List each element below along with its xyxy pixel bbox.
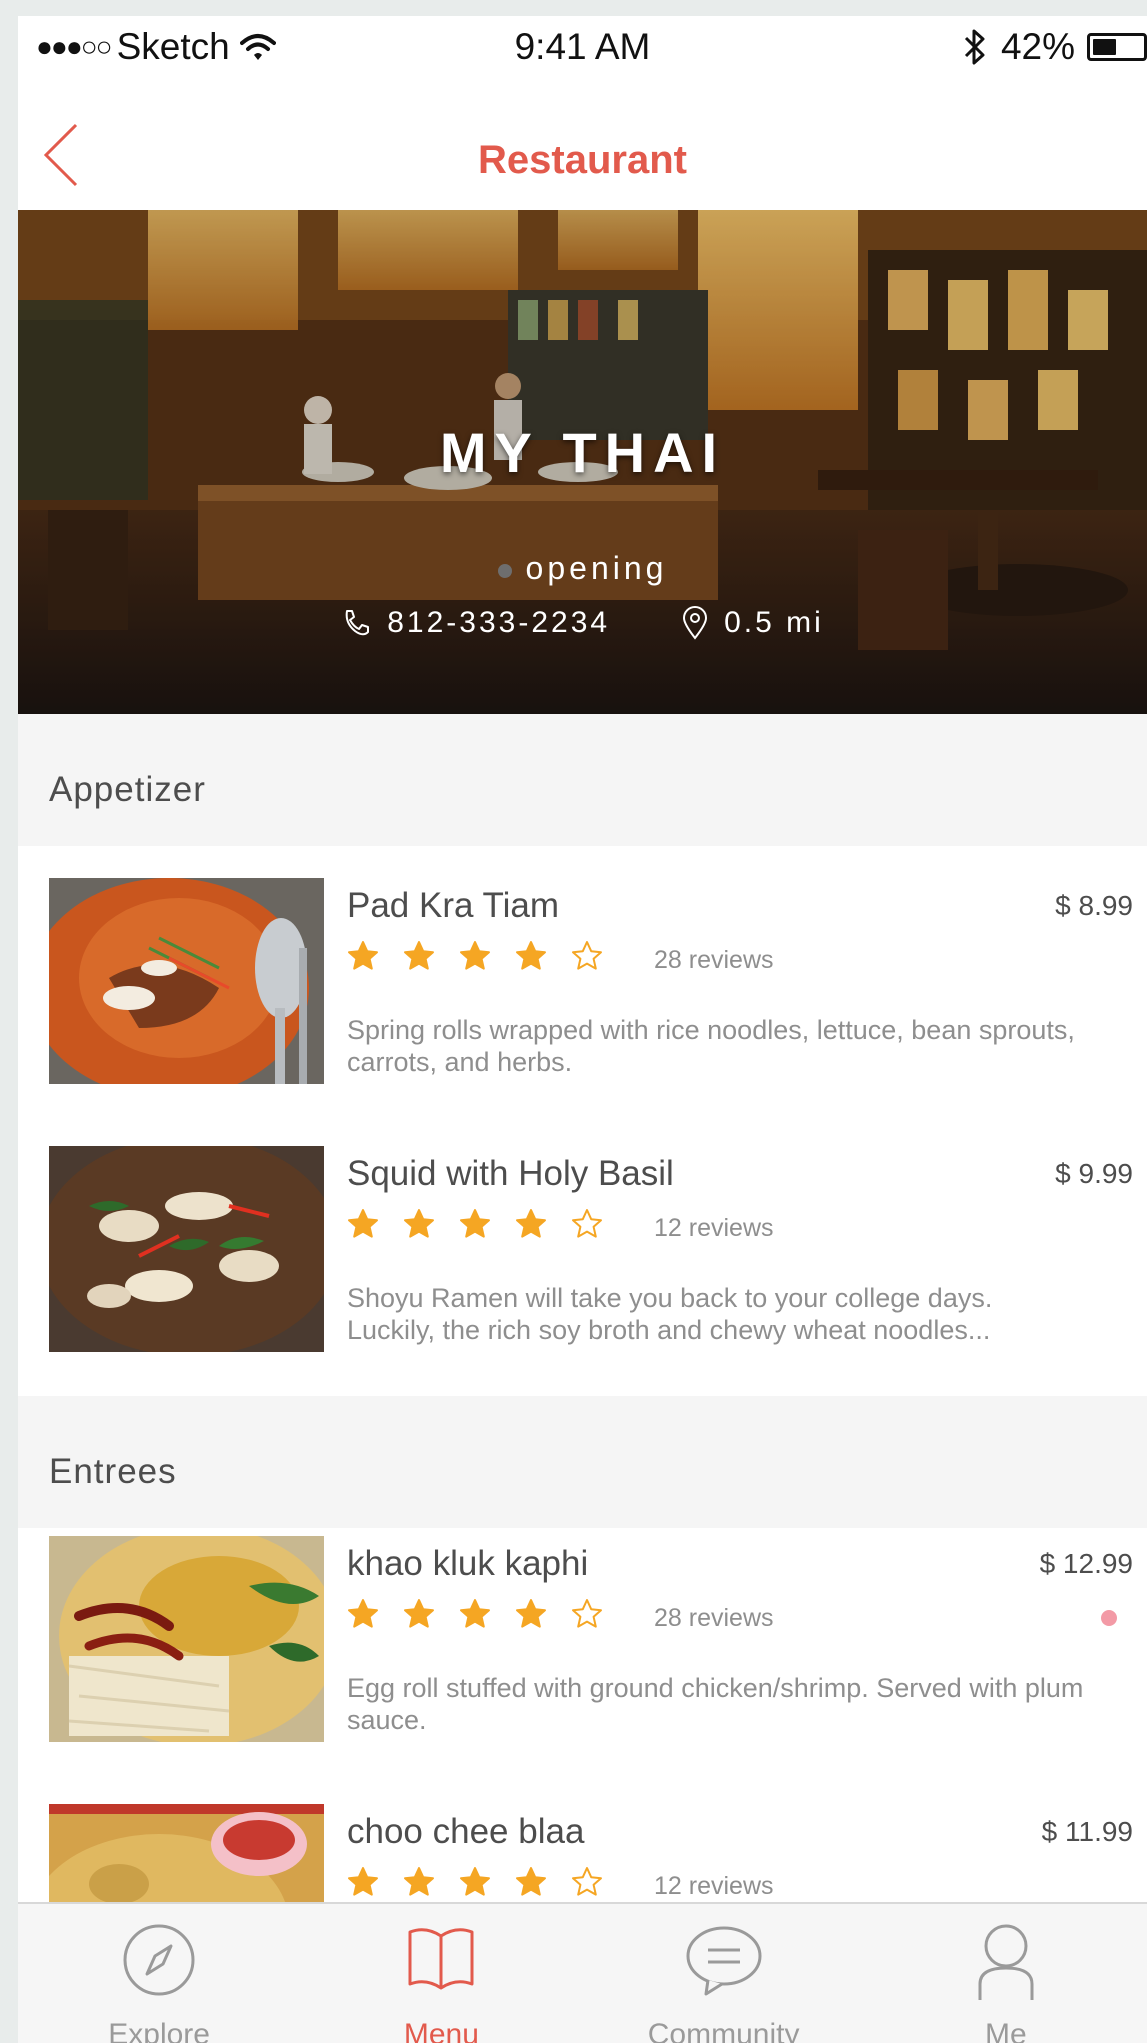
dish-price: $ 8.99 bbox=[1055, 890, 1133, 921]
star-filled-icon bbox=[404, 1599, 434, 1628]
phone-link[interactable]: 812-333-2234 bbox=[341, 606, 610, 640]
dish-photo bbox=[49, 878, 324, 1084]
review-count[interactable]: 28 reviews bbox=[654, 1604, 774, 1633]
compass-icon bbox=[123, 1924, 195, 1996]
star-empty-icon bbox=[572, 1209, 602, 1238]
dish-price: $ 12.99 bbox=[1039, 1548, 1133, 1579]
decorative-dot bbox=[1101, 1610, 1117, 1626]
star-filled-icon bbox=[348, 1209, 378, 1238]
status-right: 42% bbox=[963, 26, 1147, 68]
star-filled-icon bbox=[516, 1867, 546, 1896]
person-icon bbox=[978, 1924, 1034, 2000]
star-filled-icon bbox=[516, 941, 546, 970]
dish-name: khao kluk kaphi bbox=[347, 1544, 589, 1583]
section-header-appetizer: Appetizer bbox=[18, 714, 1147, 846]
review-count[interactable]: 28 reviews bbox=[654, 946, 774, 975]
star-empty-icon bbox=[572, 1599, 602, 1628]
tab-label: Explore bbox=[108, 2018, 210, 2043]
opening-status: opening bbox=[18, 550, 1147, 587]
bluetooth-icon bbox=[964, 29, 985, 65]
tab-label: Community bbox=[647, 2018, 800, 2043]
distance-value: 0.5 mi bbox=[724, 606, 824, 639]
restaurant-meta: 812-333-2234 0.5 mi bbox=[18, 606, 1147, 640]
menu-item[interactable]: khao kluk kaphi $ 12.99 28 reviews Egg r… bbox=[18, 1536, 1147, 1804]
star-empty-icon bbox=[572, 941, 602, 970]
dish-photo bbox=[49, 1536, 324, 1742]
star-filled-icon bbox=[404, 1867, 434, 1896]
star-filled-icon bbox=[348, 1599, 378, 1628]
star-filled-icon bbox=[348, 941, 378, 970]
menu-item[interactable]: Squid with Holy Basil $ 9.99 12 reviews … bbox=[18, 1146, 1147, 1414]
star-filled-icon bbox=[460, 941, 490, 970]
dish-description: Egg roll stuffed with ground chicken/shr… bbox=[347, 1673, 1084, 1735]
star-rating[interactable] bbox=[347, 1866, 627, 1898]
location-pin-icon bbox=[683, 606, 708, 640]
distance-link[interactable]: 0.5 mi bbox=[682, 606, 824, 640]
star-rating[interactable] bbox=[347, 940, 627, 972]
dish-description: Shoyu Ramen will take you back to your c… bbox=[347, 1283, 993, 1345]
battery-level bbox=[1093, 39, 1116, 55]
dish-name: Pad Kra Tiam bbox=[347, 886, 560, 925]
star-filled-icon bbox=[460, 1209, 490, 1238]
phone-screen: ●●●○○ Sketch 9:41 AM 42% Restaurant MY T… bbox=[18, 16, 1147, 2043]
section-title: Appetizer bbox=[49, 770, 206, 809]
dish-photo bbox=[49, 1146, 324, 1352]
review-count[interactable]: 12 reviews bbox=[654, 1214, 774, 1243]
tab-label: Me bbox=[985, 2018, 1027, 2043]
tab-explore[interactable]: Explore bbox=[18, 1904, 300, 2043]
tab-me[interactable]: Me bbox=[865, 1904, 1147, 2043]
restaurant-hero: MY THAI opening 812-333-2234 0.5 mi bbox=[18, 210, 1147, 714]
tab-label: Menu bbox=[403, 2018, 479, 2043]
tab-bar: Explore Menu Community Me bbox=[18, 1902, 1147, 2043]
restaurant-name: MY THAI bbox=[439, 421, 726, 484]
star-filled-icon bbox=[460, 1867, 490, 1896]
dish-name: Squid with Holy Basil bbox=[347, 1154, 674, 1193]
section-title: Entrees bbox=[49, 1452, 177, 1491]
phone-icon bbox=[345, 610, 370, 636]
page-title: Restaurant bbox=[478, 138, 687, 182]
star-filled-icon bbox=[516, 1209, 546, 1238]
status-bar: ●●●○○ Sketch 9:41 AM 42% bbox=[18, 16, 1147, 78]
navigation-bar: Restaurant bbox=[18, 78, 1147, 206]
opening-status-text: opening bbox=[525, 550, 668, 586]
dish-name: choo chee blaa bbox=[347, 1812, 585, 1851]
dish-description: Spring rolls wrapped with rice noodles, … bbox=[347, 1015, 1075, 1077]
dish-price: $ 11.99 bbox=[1041, 1816, 1133, 1847]
star-filled-icon bbox=[348, 1867, 378, 1896]
star-filled-icon bbox=[404, 1209, 434, 1238]
star-rating[interactable] bbox=[347, 1598, 627, 1630]
phone-number: 812-333-2234 bbox=[387, 606, 611, 639]
battery-icon bbox=[1087, 33, 1147, 61]
book-icon bbox=[408, 1928, 474, 1990]
chat-bubble-icon bbox=[686, 1926, 762, 1996]
dish-price: $ 9.99 bbox=[1055, 1158, 1133, 1189]
star-filled-icon bbox=[516, 1599, 546, 1628]
tab-community[interactable]: Community bbox=[583, 1904, 865, 2043]
tab-menu[interactable]: Menu bbox=[300, 1904, 582, 2043]
battery-percent: 42% bbox=[1000, 26, 1075, 67]
review-count[interactable]: 12 reviews bbox=[654, 1872, 774, 1901]
section-header-entrees: Entrees bbox=[18, 1396, 1147, 1528]
status-dot-icon bbox=[497, 563, 512, 578]
menu-item[interactable]: Pad Kra Tiam $ 8.99 28 reviews Spring ro… bbox=[18, 878, 1147, 1146]
star-filled-icon bbox=[460, 1599, 490, 1628]
star-empty-icon bbox=[572, 1867, 602, 1896]
star-rating[interactable] bbox=[347, 1208, 627, 1240]
star-filled-icon bbox=[404, 941, 434, 970]
